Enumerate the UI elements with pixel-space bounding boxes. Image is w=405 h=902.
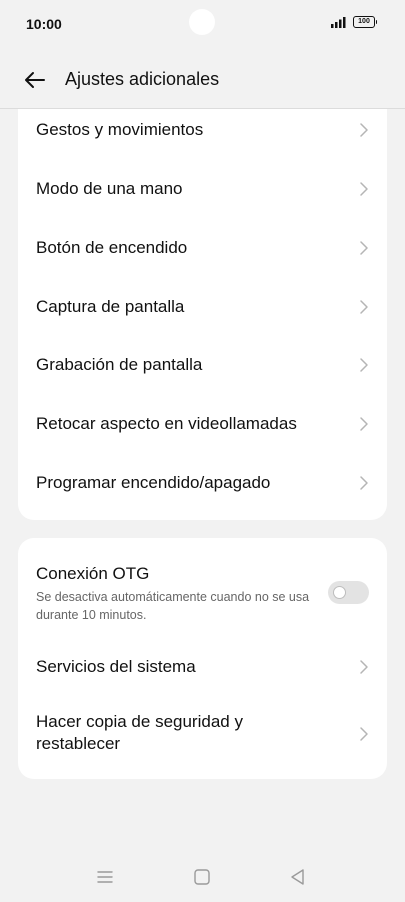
settings-item-label: Botón de encendido (36, 238, 188, 257)
settings-item-label: Programar encendido/apagado (36, 473, 271, 492)
settings-item-retocar-aspecto[interactable]: Retocar aspecto en videollamadas (18, 402, 387, 446)
settings-card-system: Conexión OTG Se desactiva automáticament… (18, 538, 387, 779)
chevron-right-icon (360, 727, 368, 741)
settings-item-modo-una-mano[interactable]: Modo de una mano (18, 167, 387, 211)
settings-item-copia-seguridad[interactable]: Hacer copia de seguridad y restablecer (18, 706, 387, 762)
chevron-right-icon (360, 123, 368, 137)
chevron-right-icon (360, 476, 368, 490)
settings-item-label: Grabación de pantalla (36, 355, 203, 374)
settings-item-gestos[interactable]: Gestos y movimientos (18, 109, 387, 153)
settings-item-label: Servicios del sistema (36, 657, 196, 676)
settings-item-programar-encendido[interactable]: Programar encendido/apagado (18, 461, 387, 505)
back-icon[interactable] (288, 867, 308, 887)
otg-label: Conexión OTG (36, 564, 150, 583)
chevron-right-icon (360, 182, 368, 196)
settings-item-grabacion-pantalla[interactable]: Grabación de pantalla (18, 343, 387, 387)
otg-description: Se desactiva automáticamente cuando no s… (36, 590, 310, 622)
battery-icon: 100 (353, 16, 377, 28)
page-title: Ajustes adicionales (65, 69, 220, 89)
signal-icon (331, 17, 346, 28)
settings-item-captura-pantalla[interactable]: Captura de pantalla (18, 285, 387, 329)
chevron-right-icon (360, 358, 368, 372)
settings-item-label: Modo de una mano (36, 179, 183, 198)
chevron-right-icon (360, 300, 368, 314)
chevron-right-icon (360, 660, 368, 674)
settings-item-conexion-otg[interactable]: Conexión OTG Se desactiva automáticament… (18, 554, 387, 630)
otg-toggle[interactable] (328, 581, 369, 604)
settings-item-label: Captura de pantalla (36, 297, 185, 316)
status-time: 10:00 (26, 16, 62, 32)
back-arrow-icon[interactable] (22, 67, 48, 93)
chevron-right-icon (360, 417, 368, 431)
status-bar: 10:00 100 (0, 0, 405, 48)
settings-item-label: Hacer copia de seguridad y restablecer (36, 712, 243, 753)
settings-item-label: Gestos y movimientos (36, 120, 204, 139)
navigation-bar (0, 855, 405, 900)
settings-item-label: Retocar aspecto en videollamadas (36, 414, 297, 433)
settings-item-servicios-sistema[interactable]: Servicios del sistema (18, 645, 387, 689)
menu-icon[interactable] (95, 867, 115, 887)
home-icon[interactable] (192, 867, 212, 887)
camera-cutout (189, 9, 215, 35)
settings-item-boton-encendido[interactable]: Botón de encendido (18, 226, 387, 270)
settings-card-main: Gestos y movimientos Modo de una mano Bo… (18, 109, 387, 520)
toggle-knob (333, 586, 346, 599)
header: Ajustes adicionales (0, 55, 405, 107)
chevron-right-icon (360, 241, 368, 255)
